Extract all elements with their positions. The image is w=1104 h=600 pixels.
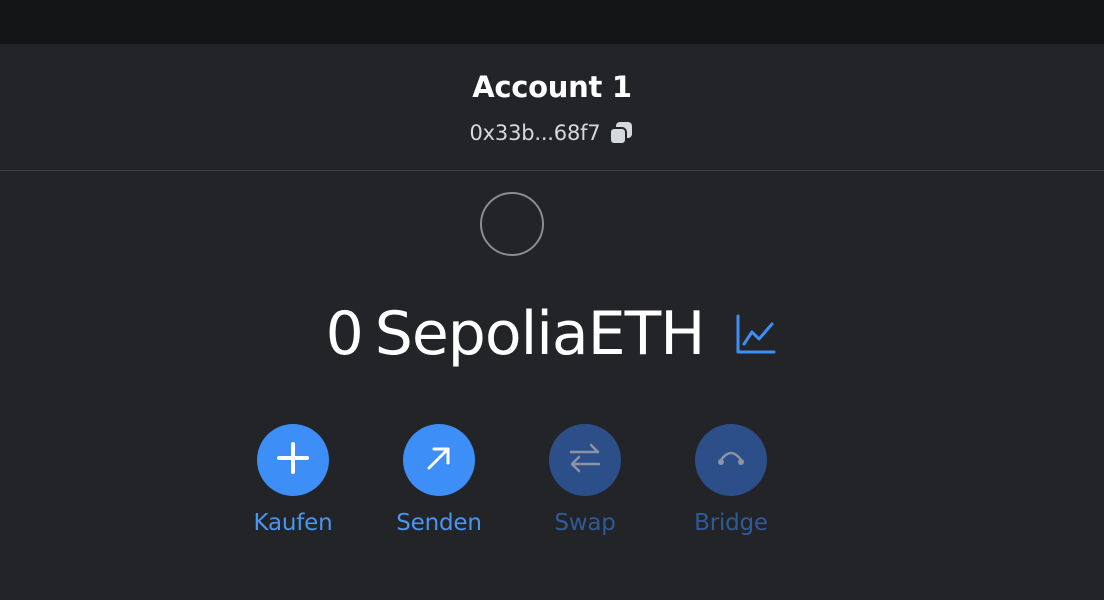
bridge-icon	[713, 440, 749, 480]
send-button[interactable]: Senden	[384, 424, 494, 536]
action-bar: Kaufen Senden Swap Bridge	[0, 424, 1104, 544]
copy-icon[interactable]	[608, 120, 634, 146]
bridge-button[interactable]: Bridge	[676, 424, 786, 536]
plus-icon	[275, 440, 311, 480]
account-avatar[interactable]	[480, 192, 544, 256]
balance-unit: SepoliaETH	[374, 299, 706, 369]
address-row[interactable]: 0x33b...68f7	[0, 120, 1104, 146]
account-name[interactable]: Account 1	[0, 70, 1104, 104]
swap-arrows-icon	[567, 440, 603, 480]
buy-button-circle[interactable]	[257, 424, 329, 496]
arrow-up-right-icon	[423, 442, 455, 478]
chart-icon[interactable]	[734, 312, 778, 356]
swap-button[interactable]: Swap	[530, 424, 640, 536]
balance-value: 0	[325, 299, 364, 369]
swap-button-label: Swap	[554, 510, 616, 536]
buy-button[interactable]: Kaufen	[238, 424, 348, 536]
swap-button-circle[interactable]	[549, 424, 621, 496]
account-address[interactable]: 0x33b...68f7	[470, 121, 601, 145]
send-button-circle[interactable]	[403, 424, 475, 496]
top-bar	[0, 0, 1104, 44]
buy-button-label: Kaufen	[253, 510, 333, 536]
bridge-button-label: Bridge	[694, 510, 768, 536]
balance-row: 0 SepoliaETH	[0, 296, 1104, 372]
send-button-label: Senden	[396, 510, 482, 536]
bridge-button-circle[interactable]	[695, 424, 767, 496]
account-header: Account 1 0x33b...68f7	[0, 44, 1104, 171]
